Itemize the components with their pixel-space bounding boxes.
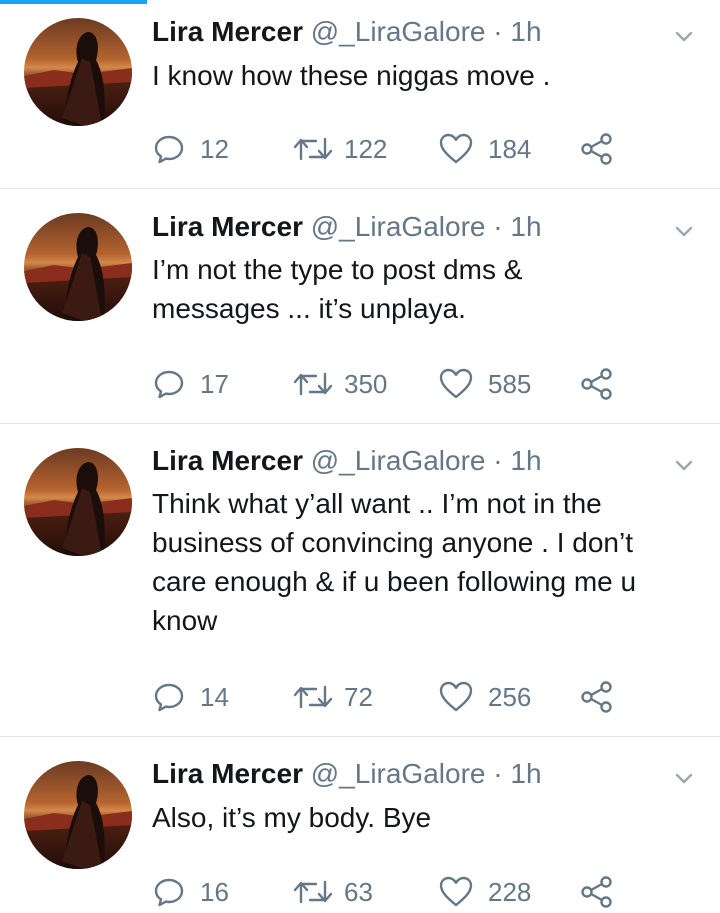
share-button[interactable] bbox=[580, 679, 614, 715]
separator-dot: · bbox=[493, 16, 503, 47]
tweet-text: I know how these niggas move . bbox=[152, 60, 551, 91]
like-button[interactable]: 228 bbox=[438, 874, 531, 910]
tweet-header: Lira Mercer @_LiraGalore · 1h bbox=[152, 445, 542, 477]
heart-icon bbox=[439, 876, 473, 907]
retweet-count: 350 bbox=[344, 368, 388, 399]
reply-count: 16 bbox=[200, 876, 229, 907]
share-icon bbox=[581, 133, 612, 165]
heart-icon bbox=[439, 681, 473, 712]
timestamp[interactable]: 1h bbox=[510, 445, 541, 476]
chevron-down-icon[interactable] bbox=[672, 219, 696, 243]
retweet-button[interactable]: 350 bbox=[292, 366, 387, 402]
separator-dot: · bbox=[493, 758, 503, 789]
tweet[interactable]: Lira Mercer @_LiraGalore · 1h Think what… bbox=[0, 424, 720, 737]
timestamp[interactable]: 1h bbox=[510, 211, 541, 242]
retweet-button[interactable]: 63 bbox=[292, 874, 373, 910]
tweet-actions: 14 72 256 bbox=[152, 679, 622, 715]
tweet-header: Lira Mercer @_LiraGalore · 1h bbox=[152, 211, 542, 243]
heart-icon bbox=[439, 133, 473, 164]
reply-button[interactable]: 17 bbox=[152, 366, 229, 402]
tweet-actions: 17 350 585 bbox=[152, 366, 622, 402]
heart-icon bbox=[439, 368, 473, 399]
like-button[interactable]: 184 bbox=[438, 131, 531, 167]
user-name[interactable]: Lira Mercer bbox=[152, 445, 303, 476]
separator-dot: · bbox=[493, 445, 503, 476]
user-handle[interactable]: @_LiraGalore bbox=[311, 16, 486, 47]
chevron-down-icon[interactable] bbox=[672, 453, 696, 477]
like-count: 184 bbox=[488, 133, 532, 164]
reply-icon bbox=[154, 683, 184, 712]
retweet-count: 72 bbox=[344, 681, 373, 712]
tweet-text: Think what y’all want .. I’m not in the … bbox=[152, 488, 637, 636]
timestamp[interactable]: 1h bbox=[510, 16, 541, 47]
user-name[interactable]: Lira Mercer bbox=[152, 211, 303, 242]
share-icon bbox=[581, 876, 612, 908]
tweet-actions: 12 122 184 bbox=[152, 131, 622, 167]
retweet-button[interactable]: 72 bbox=[292, 679, 373, 715]
tweet[interactable]: Lira Mercer @_LiraGalore · 1h I know how… bbox=[0, 4, 720, 189]
like-count: 585 bbox=[488, 368, 532, 399]
tweet-text: I’m not the type to post dms & messages … bbox=[152, 254, 523, 324]
reply-icon bbox=[154, 878, 184, 907]
retweet-icon bbox=[293, 685, 333, 709]
like-count: 256 bbox=[488, 681, 532, 712]
tweet-text: Also, it’s my body. Bye bbox=[152, 802, 432, 833]
user-name[interactable]: Lira Mercer bbox=[152, 758, 303, 789]
tweet-actions: 16 63 228 bbox=[152, 874, 622, 910]
user-handle[interactable]: @_LiraGalore bbox=[311, 211, 486, 242]
user-name[interactable]: Lira Mercer bbox=[152, 16, 303, 47]
reply-count: 14 bbox=[200, 681, 229, 712]
reply-count: 17 bbox=[200, 368, 229, 399]
chevron-down-icon[interactable] bbox=[672, 24, 696, 48]
retweet-icon bbox=[293, 137, 333, 161]
retweet-icon bbox=[293, 372, 333, 396]
reply-icon bbox=[154, 370, 184, 399]
retweet-button[interactable]: 122 bbox=[292, 131, 387, 167]
tweet-header: Lira Mercer @_LiraGalore · 1h bbox=[152, 16, 542, 48]
reply-button[interactable]: 12 bbox=[152, 131, 229, 167]
share-button[interactable] bbox=[580, 874, 614, 910]
reply-count: 12 bbox=[200, 133, 229, 164]
avatar[interactable] bbox=[24, 761, 132, 869]
like-button[interactable]: 585 bbox=[438, 366, 531, 402]
user-handle[interactable]: @_LiraGalore bbox=[311, 445, 486, 476]
avatar[interactable] bbox=[24, 18, 132, 126]
retweet-count: 63 bbox=[344, 876, 373, 907]
avatar[interactable] bbox=[24, 213, 132, 321]
like-count: 228 bbox=[488, 876, 532, 907]
like-button[interactable]: 256 bbox=[438, 679, 531, 715]
retweet-icon bbox=[293, 880, 333, 904]
tweet-header: Lira Mercer @_LiraGalore · 1h bbox=[152, 758, 542, 790]
share-button[interactable] bbox=[580, 366, 614, 402]
tweet[interactable]: Lira Mercer @_LiraGalore · 1h I’m not th… bbox=[0, 189, 720, 424]
reply-button[interactable]: 16 bbox=[152, 874, 229, 910]
share-button[interactable] bbox=[580, 131, 614, 167]
reply-icon bbox=[154, 135, 184, 164]
share-icon bbox=[581, 681, 612, 713]
retweet-count: 122 bbox=[344, 133, 388, 164]
avatar[interactable] bbox=[24, 448, 132, 556]
user-handle[interactable]: @_LiraGalore bbox=[311, 758, 486, 789]
separator-dot: · bbox=[493, 211, 503, 242]
share-icon bbox=[581, 368, 612, 400]
tweet[interactable]: Lira Mercer @_LiraGalore · 1h Also, it’s… bbox=[0, 737, 720, 913]
timestamp[interactable]: 1h bbox=[510, 758, 541, 789]
reply-button[interactable]: 14 bbox=[152, 679, 229, 715]
chevron-down-icon[interactable] bbox=[672, 766, 696, 790]
